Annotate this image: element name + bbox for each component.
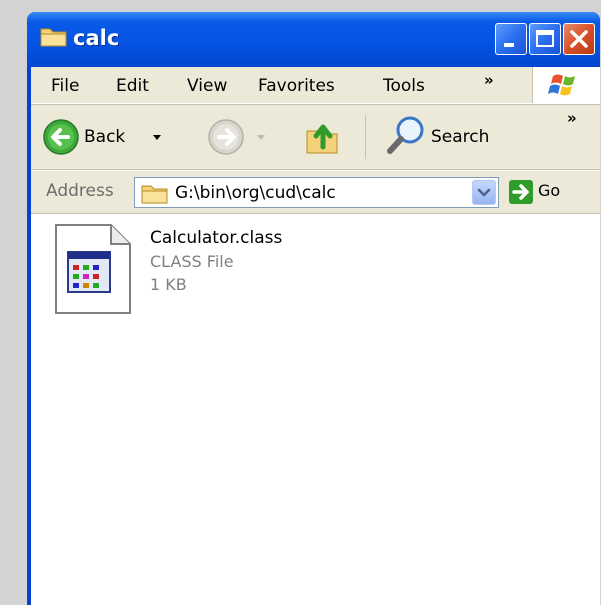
- back-dropdown-arrow[interactable]: [151, 128, 163, 147]
- folder-icon: [141, 182, 169, 208]
- back-label[interactable]: Back: [84, 127, 125, 147]
- menu-overflow-chevron[interactable]: »: [484, 71, 494, 89]
- close-button[interactable]: [563, 23, 595, 55]
- toolbar-separator: [365, 115, 366, 159]
- standard-toolbar: Back Search »: [31, 105, 600, 170]
- explorer-window: calc File Edit View Favorites Tools » Ba…: [27, 12, 600, 605]
- menu-edit[interactable]: Edit: [116, 76, 149, 96]
- magnifier-icon[interactable]: [383, 114, 429, 162]
- menu-view[interactable]: View: [187, 76, 227, 96]
- file-size: 1 KB: [150, 275, 187, 294]
- file-type: CLASS File: [150, 252, 234, 271]
- window-title: calc: [73, 26, 120, 50]
- address-bar: Address G:\bin\org\cud\calc Go: [31, 171, 600, 214]
- search-label[interactable]: Search: [431, 127, 489, 147]
- forward-dropdown-arrow[interactable]: [255, 128, 267, 147]
- menu-tools[interactable]: Tools: [383, 76, 425, 96]
- address-label: Address: [46, 181, 114, 201]
- window-body: File Edit View Favorites Tools » Back Se…: [31, 67, 600, 605]
- maximize-button[interactable]: [529, 23, 561, 55]
- go-button[interactable]: Go: [538, 181, 560, 200]
- file-list-area[interactable]: Calculator.class CLASS File 1 KB: [31, 214, 600, 605]
- up-folder-icon[interactable]: [303, 117, 343, 161]
- title-bar[interactable]: calc: [27, 12, 600, 67]
- address-input[interactable]: G:\bin\org\cud\calc: [134, 177, 499, 208]
- windows-logo: [532, 67, 600, 103]
- file-name[interactable]: Calculator.class: [150, 228, 282, 248]
- address-dropdown-button[interactable]: [472, 180, 496, 205]
- menu-bar: File Edit View Favorites Tools »: [31, 67, 600, 104]
- menu-file[interactable]: File: [51, 76, 79, 96]
- toolbar-overflow-chevron[interactable]: »: [567, 109, 577, 127]
- folder-icon: [40, 24, 68, 52]
- forward-arrow-icon[interactable]: [207, 118, 245, 160]
- back-arrow-icon[interactable]: [42, 118, 80, 160]
- go-arrow-icon[interactable]: [508, 179, 534, 209]
- minimize-button[interactable]: [495, 23, 527, 55]
- address-path: G:\bin\org\cud\calc: [175, 183, 336, 203]
- class-file-icon[interactable]: [53, 222, 133, 320]
- menu-favorites[interactable]: Favorites: [258, 76, 335, 96]
